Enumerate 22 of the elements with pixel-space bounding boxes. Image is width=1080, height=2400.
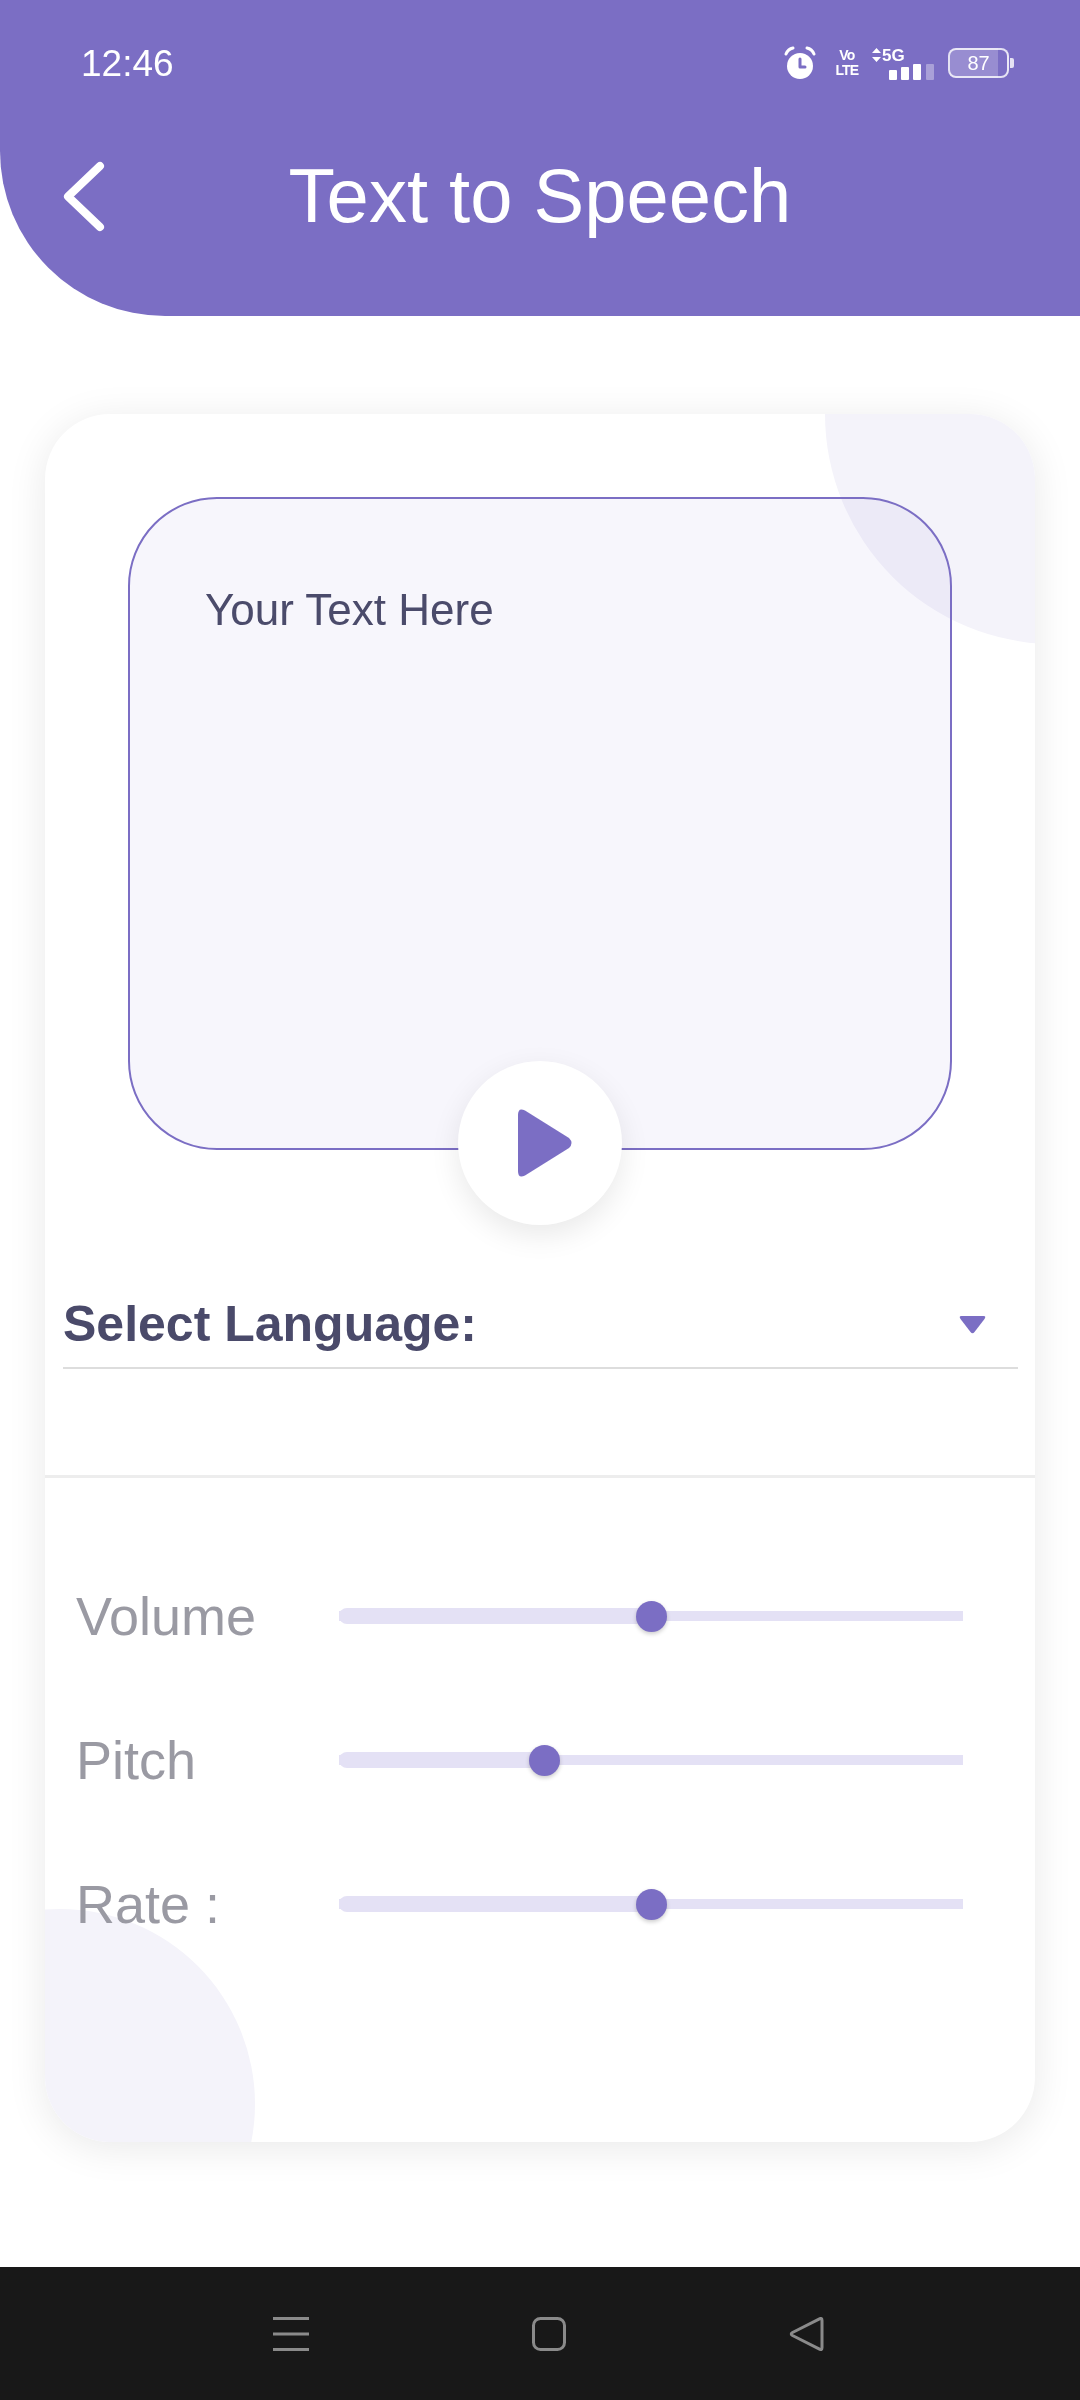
network-type: 5G bbox=[882, 46, 905, 64]
alarm-icon bbox=[783, 45, 816, 81]
caret-icon bbox=[959, 1314, 986, 1334]
slider-thumb[interactable] bbox=[635, 1888, 667, 1920]
language-dropdown[interactable]: Select Language: bbox=[63, 1269, 1018, 1369]
back-button[interactable] bbox=[63, 160, 105, 232]
slider-thumb[interactable] bbox=[529, 1744, 561, 1776]
slider-label: Pitch bbox=[76, 1733, 198, 1787]
slider-label: Rate : bbox=[76, 1877, 222, 1931]
signal-icon bbox=[889, 63, 934, 80]
home-icon[interactable] bbox=[532, 2316, 566, 2351]
battery-percentage: 87 bbox=[967, 53, 990, 73]
up-down-arrows-icon bbox=[872, 48, 881, 62]
back-icon[interactable] bbox=[789, 2316, 824, 2351]
menu-icon[interactable] bbox=[273, 2316, 309, 2351]
slider-thumb[interactable] bbox=[635, 1600, 667, 1632]
volte-label: Vo bbox=[839, 48, 855, 63]
volte-label: LTE bbox=[835, 63, 858, 78]
play-icon bbox=[517, 1109, 573, 1177]
status-time: 12:46 bbox=[81, 44, 174, 82]
slider-label: Volume bbox=[76, 1589, 258, 1643]
back-icon bbox=[63, 160, 105, 232]
